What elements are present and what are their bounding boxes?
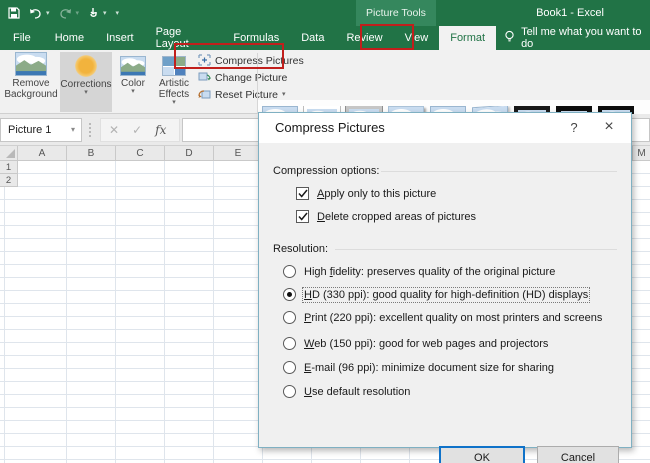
change-picture-label: Change Picture [215,72,287,84]
checkbox-icon [296,187,309,200]
save-icon[interactable] [8,7,20,19]
radio-icon [283,361,296,374]
radio-print-220ppi[interactable]: Print (220 ppi): excellent quality on mo… [283,311,602,324]
row-header-1[interactable]: 1 [0,161,18,174]
radio-label: E-mail (96 ppi): minimize document size … [304,362,554,374]
radio-label: Use default resolution [304,386,410,398]
touch-mode-icon[interactable] [88,7,99,19]
formula-bar-buttons: ✕ ✓ fx [100,118,180,142]
undo-dropdown-icon[interactable]: ▾ [46,9,50,17]
annotation-box-compress-pictures [174,43,284,69]
corrections-sun-icon [75,55,97,77]
radio-icon [283,311,296,324]
section-line [381,171,617,172]
column-header-a[interactable]: A [18,146,67,160]
radio-icon [283,265,296,278]
radio-use-default-resolution[interactable]: Use default resolution [283,385,410,398]
formula-bar-splitter[interactable] [89,123,91,137]
cancel-entry-icon[interactable]: ✕ [109,123,119,137]
column-header-m[interactable]: M [632,146,650,161]
radio-hd-330ppi[interactable]: HD (330 ppi): good quality for high-defi… [283,288,588,301]
artistic-effects-dropdown-icon: ▾ [172,100,176,106]
tab-format[interactable]: Format [439,26,496,50]
checkbox-apply-only-this-picture[interactable]: Apply only to this picture [296,187,436,200]
name-box-dropdown-icon[interactable]: ▾ [71,119,75,141]
artistic-effects-label: Artistic Effects [152,78,196,100]
tab-file[interactable]: File [0,26,44,50]
reset-picture-dropdown-icon: ▾ [282,92,286,98]
tab-home[interactable]: Home [44,26,95,50]
checkbox-delete-cropped-areas[interactable]: Delete cropped areas of pictures [296,210,476,223]
radio-email-96ppi[interactable]: E-mail (96 ppi): minimize document size … [283,361,554,374]
insert-function-icon[interactable]: fx [155,123,166,137]
compress-pictures-dialog: Compress Pictures ? × Compression option… [258,112,632,448]
color-button[interactable]: Color ▾ [114,52,152,112]
remove-background-button[interactable]: Remove Background [4,52,58,112]
column-header-b[interactable]: B [67,146,116,160]
radio-high-fidelity[interactable]: High fidelity: preserves quality of the … [283,265,555,278]
radio-icon [283,385,296,398]
column-header-d[interactable]: D [165,146,214,160]
name-box-value: Picture 1 [8,124,51,136]
customize-qat-icon[interactable]: ▾ [116,9,120,17]
dialog-title-bar: Compress Pictures ? × [259,113,631,143]
column-header-c[interactable]: C [116,146,165,160]
reset-picture-icon [198,88,211,103]
annotation-box-format-tab [360,24,414,50]
ok-button[interactable]: OK [439,446,525,463]
compression-options-label: Compression options: [273,165,379,177]
checkbox-label: Apply only to this picture [317,188,436,200]
contextual-tab-header: Picture Tools [356,0,436,26]
checkbox-label: Delete cropped areas of pictures [317,211,476,223]
undo-icon[interactable] [29,8,42,19]
lightbulb-icon [504,30,515,46]
change-picture-icon [198,71,211,86]
radio-selected-icon [283,288,296,301]
radio-label: HD (330 ppi): good quality for high-defi… [304,289,588,301]
redo-icon[interactable] [59,8,72,19]
color-icon [120,56,146,76]
radio-label: Print (220 ppi): excellent quality on mo… [304,312,602,324]
remove-background-icon [15,52,47,76]
corrections-dropdown-icon: ▾ [84,90,88,96]
excel-window: ▾ ▾ ▾ ▾ Picture Tools Book1 - Excel File… [0,0,650,463]
tab-insert[interactable]: Insert [95,26,145,50]
resolution-label: Resolution: [273,243,328,255]
change-picture-button[interactable]: Change Picture [198,71,304,85]
window-title: Book1 - Excel [470,0,650,26]
tell-me-label: Tell me what you want to do [521,26,642,50]
tell-me-box[interactable]: Tell me what you want to do [496,26,650,50]
ribbon-tab-row: File Home Insert Page Layout Formulas Da… [0,26,650,50]
checkbox-icon [296,210,309,223]
select-all-corner[interactable] [0,146,18,160]
corrections-button[interactable]: Corrections ▾ [60,52,112,112]
dialog-close-icon[interactable]: × [595,113,623,141]
confirm-entry-icon[interactable]: ✓ [132,123,142,137]
radio-web-150ppi[interactable]: Web (150 ppi): good for web pages and pr… [283,337,548,350]
name-box[interactable]: Picture 1 ▾ [0,118,82,142]
row-header-2[interactable]: 2 [0,174,18,187]
touch-mode-dropdown-icon[interactable]: ▾ [103,9,107,17]
title-bar: ▾ ▾ ▾ ▾ Picture Tools Book1 - Excel [0,0,650,26]
section-line [335,249,617,250]
column-header-e[interactable]: E [214,146,263,160]
remove-background-label: Remove Background [4,78,58,100]
tab-data[interactable]: Data [290,26,335,50]
cancel-button[interactable]: Cancel [537,446,619,463]
dialog-title: Compress Pictures [275,113,385,143]
radio-icon [283,337,296,350]
color-dropdown-icon: ▾ [131,89,135,95]
radio-label: High fidelity: preserves quality of the … [304,266,555,278]
redo-dropdown-icon[interactable]: ▾ [76,9,80,17]
quick-access-toolbar: ▾ ▾ ▾ ▾ [8,0,119,26]
radio-label: Web (150 ppi): good for web pages and pr… [304,338,548,350]
ribbon: Remove Background Corrections ▾ Color ▾ … [0,50,650,114]
dialog-help-button[interactable]: ? [561,113,587,143]
